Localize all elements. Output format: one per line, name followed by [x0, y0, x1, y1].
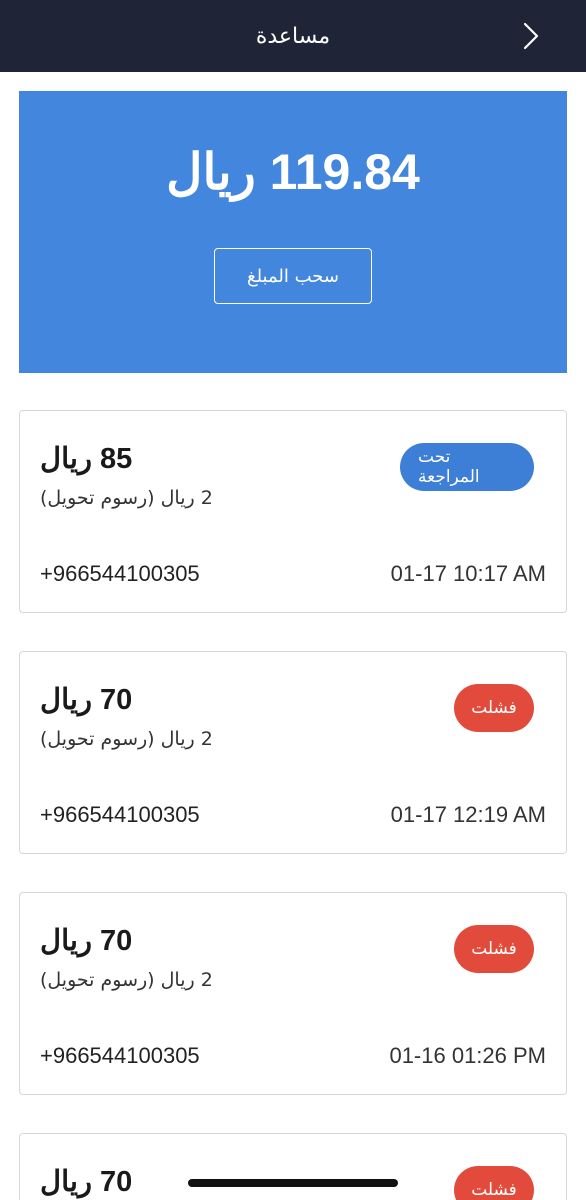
status-badge: فشلت: [454, 1166, 534, 1200]
page-title: مساعدة: [255, 23, 331, 49]
transaction-fee: 2 ريال (رسوم تحويل): [40, 487, 213, 509]
transaction-amount: 85 ريال: [40, 443, 133, 475]
top-bar: مساعدة: [0, 0, 586, 72]
transaction-fee: 2 ريال (رسوم تحويل): [40, 728, 213, 750]
transaction-amount: 70 ريال: [40, 684, 133, 716]
transaction-phone: +966544100305: [40, 561, 200, 586]
home-indicator[interactable]: [188, 1179, 398, 1187]
withdraw-button[interactable]: سحب المبلغ: [214, 248, 372, 304]
transaction-card[interactable]: 70 ريال 2 ريال (رسوم تحويل) فشلت +966544…: [19, 892, 567, 1095]
balance-card: 119.84 ريال سحب المبلغ: [19, 91, 567, 373]
transaction-fee: 2 ريال (رسوم تحويل): [40, 969, 213, 991]
transaction-amount: 70 ريال: [40, 1166, 133, 1198]
status-badge: فشلت: [454, 925, 534, 973]
chevron-right-icon[interactable]: [516, 21, 546, 51]
status-badge: تحت المراجعة: [400, 443, 534, 491]
transaction-time: 01-17 10:17 AM: [390, 561, 546, 586]
transaction-card[interactable]: 70 ريال 2 ريال (رسوم تحويل) فشلت +966544…: [19, 651, 567, 854]
transaction-time: 01-16 01:26 PM: [389, 1043, 546, 1068]
status-badge: فشلت: [454, 684, 534, 732]
transaction-phone: +966544100305: [40, 802, 200, 827]
transaction-card[interactable]: 70 ريال فشلت: [19, 1133, 567, 1200]
balance-amount: 119.84 ريال: [166, 144, 420, 200]
transaction-amount: 70 ريال: [40, 925, 133, 957]
transaction-card[interactable]: 85 ريال 2 ريال (رسوم تحويل) تحت المراجعة…: [19, 410, 567, 613]
transaction-time: 01-17 12:19 AM: [390, 802, 546, 827]
transaction-phone: +966544100305: [40, 1043, 200, 1068]
